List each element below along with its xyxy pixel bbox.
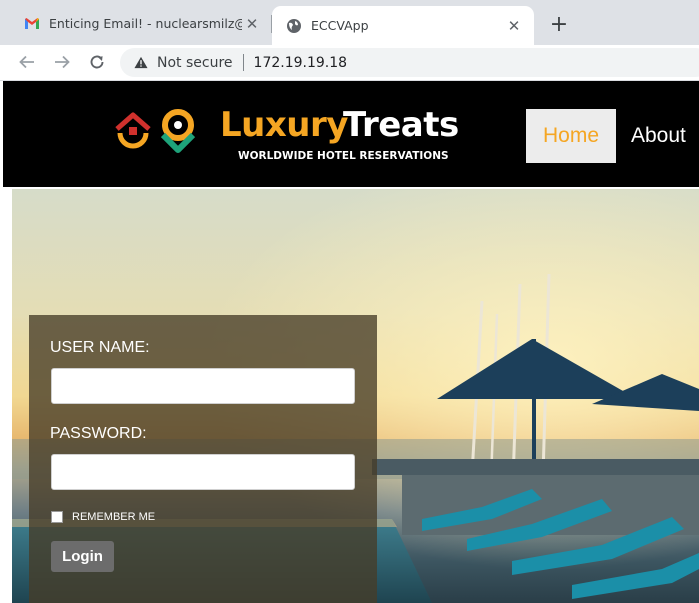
security-status[interactable]: Not secure — [157, 55, 233, 71]
warning-icon[interactable] — [134, 56, 148, 70]
username-input[interactable] — [51, 368, 355, 404]
username-label: USER NAME: — [50, 339, 150, 356]
login-form: USER NAME: PASSWORD: REMEMBER ME Login — [29, 315, 377, 603]
reload-icon — [90, 55, 104, 69]
brand-name-treats: Treats — [343, 105, 459, 145]
browser-tab-eccvapp[interactable]: ECCVApp ✕ — [272, 6, 534, 45]
close-tab-icon[interactable]: ✕ — [242, 14, 262, 34]
nav-home[interactable]: Home — [526, 109, 616, 163]
browser-tab-bar: Enticing Email! - nuclearsmilz@g ✕ ECCVA… — [0, 0, 699, 45]
login-button[interactable]: Login — [51, 541, 114, 572]
browser-toolbar: Not secure 172.19.19.18 — [0, 45, 699, 81]
close-tab-icon[interactable]: ✕ — [504, 16, 524, 36]
reload-button[interactable] — [84, 49, 110, 75]
site-logo[interactable]: Luxury Treats WORLDWIDE HOTEL RESERVATIO… — [113, 105, 459, 163]
remember-me-row[interactable]: REMEMBER ME — [51, 511, 155, 523]
brand-tagline: WORLDWIDE HOTEL RESERVATIONS — [238, 150, 449, 162]
password-label: PASSWORD: — [50, 425, 147, 442]
address-divider — [242, 54, 244, 71]
logo-mark-icon — [115, 109, 196, 153]
browser-tab-gmail[interactable]: Enticing Email! - nuclearsmilz@g ✕ — [10, 7, 272, 40]
arrow-left-icon — [19, 55, 34, 69]
back-button[interactable] — [14, 49, 40, 75]
site-header: Luxury Treats WORLDWIDE HOTEL RESERVATIO… — [3, 81, 699, 187]
forward-button[interactable] — [49, 49, 75, 75]
gmail-icon — [24, 16, 40, 32]
new-tab-button[interactable]: + — [546, 11, 572, 37]
nav-about[interactable]: About — [631, 109, 686, 163]
password-input[interactable] — [51, 454, 355, 490]
url-text[interactable]: 172.19.19.18 — [254, 55, 348, 71]
tab-title: Enticing Email! - nuclearsmilz@g — [49, 16, 242, 31]
remember-me-checkbox[interactable] — [51, 511, 63, 523]
tab-title: ECCVApp — [311, 18, 369, 33]
globe-icon — [286, 18, 302, 34]
address-bar[interactable]: Not secure 172.19.19.18 — [120, 48, 699, 77]
remember-me-label[interactable]: REMEMBER ME — [72, 511, 155, 523]
arrow-right-icon — [55, 55, 70, 69]
brand-name-luxury: Luxury — [220, 105, 348, 145]
